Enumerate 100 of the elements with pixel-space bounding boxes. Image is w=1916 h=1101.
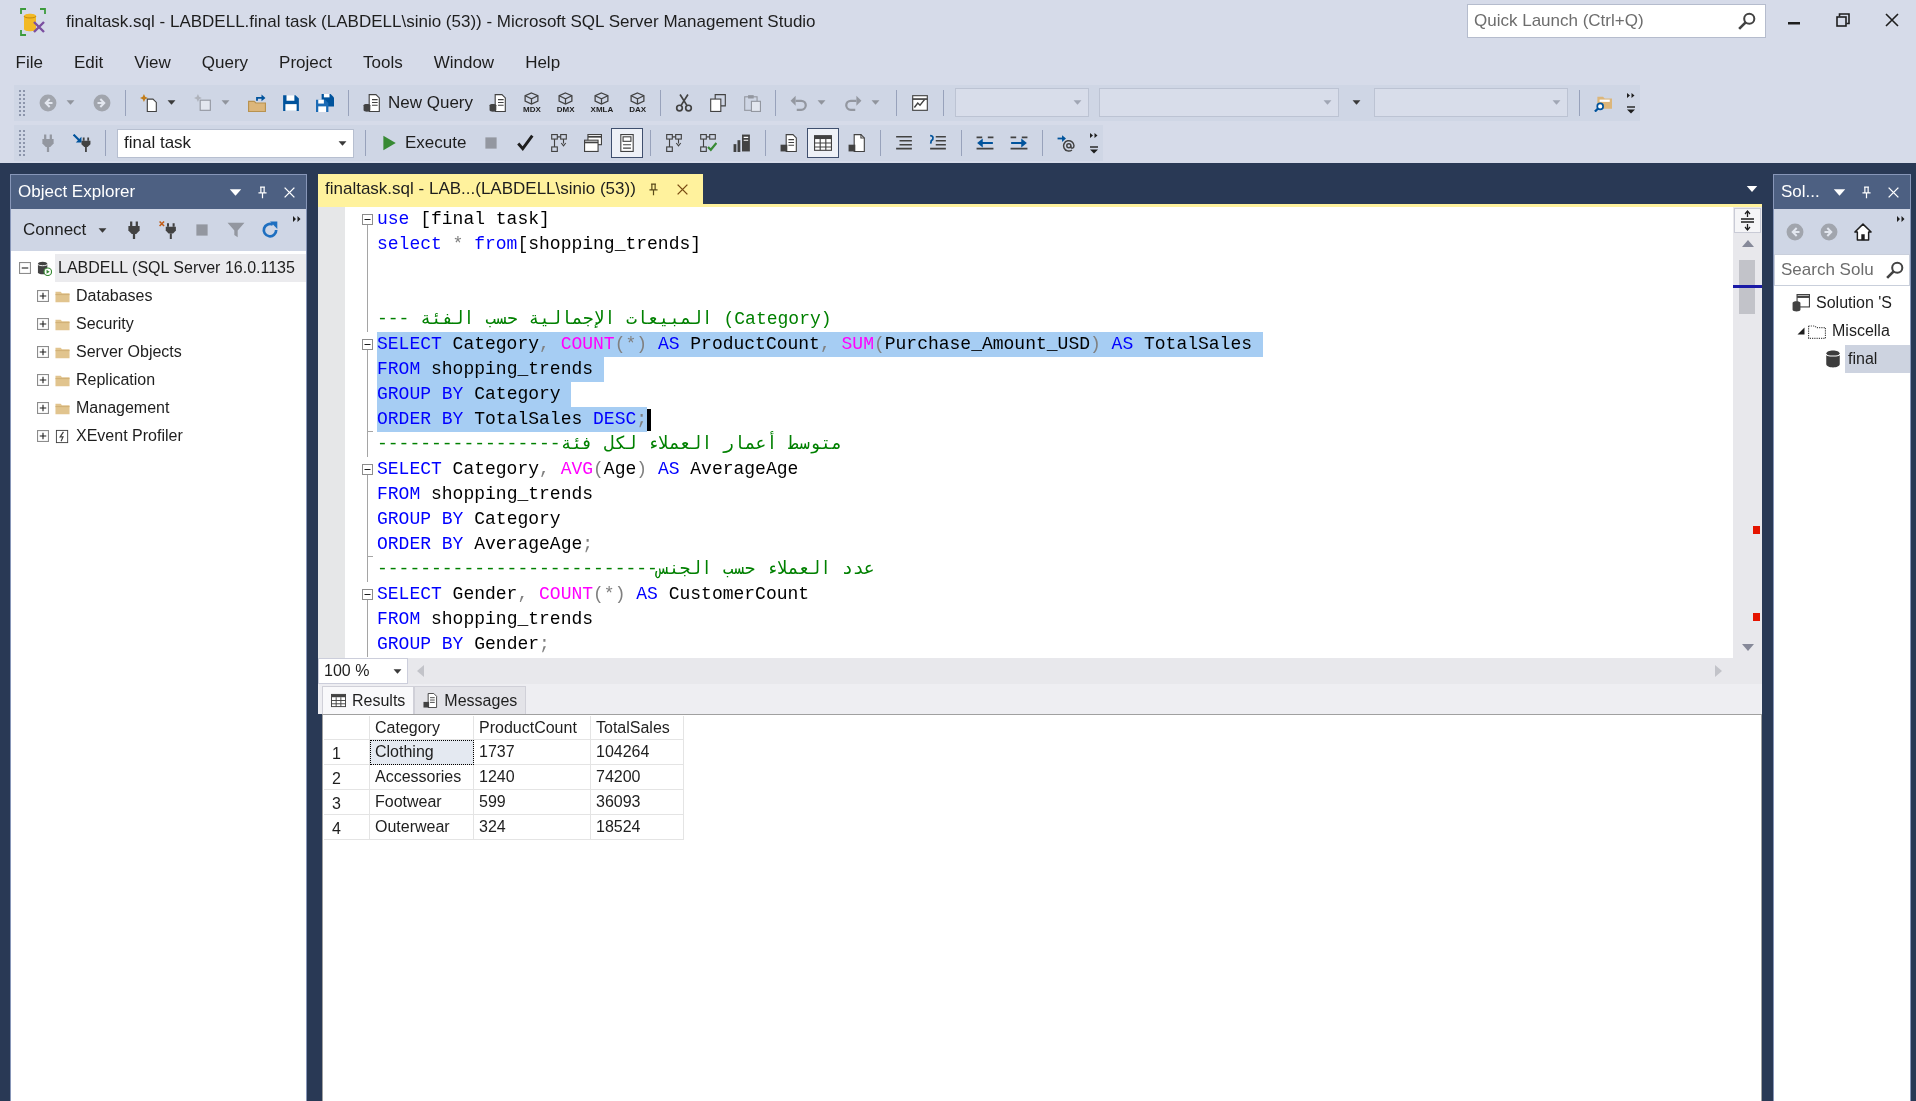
menu-item[interactable]: Project: [263, 47, 348, 79]
caret-icon[interactable]: [98, 225, 108, 235]
cube-icon[interactable]: [523, 92, 541, 105]
tree-item[interactable]: Security: [73, 310, 137, 338]
search-field[interactable]: Search Solu: [1774, 254, 1910, 286]
document-database-icon[interactable]: [363, 93, 381, 112]
restore-icon[interactable]: [1835, 13, 1850, 27]
outdent-arrow-icon[interactable]: [976, 134, 995, 152]
tree-item[interactable]: Miscella: [1829, 317, 1893, 345]
tree-item[interactable]: Replication: [73, 366, 159, 394]
search-icon[interactable]: [1886, 261, 1904, 279]
tree-item[interactable]: XEvent Profiler: [73, 422, 186, 450]
scissors-icon[interactable]: [675, 93, 694, 112]
flowchart-icon[interactable]: [550, 134, 569, 152]
indent-arrow-icon[interactable]: [1010, 134, 1029, 152]
grid-icon[interactable]: [814, 134, 833, 152]
menu-item[interactable]: File: [0, 47, 59, 79]
windows-icon[interactable]: [584, 134, 603, 152]
document-database-icon[interactable]: [489, 93, 508, 112]
menu-item[interactable]: View: [118, 47, 187, 79]
lines-squiggle-icon[interactable]: [929, 134, 948, 152]
minus-box-icon[interactable]: [362, 214, 373, 225]
chart-window-icon[interactable]: [911, 93, 930, 112]
tree-item[interactable]: Server Objects: [73, 338, 185, 366]
minus-box-icon[interactable]: [362, 589, 373, 600]
plus-box-icon[interactable]: [37, 374, 49, 386]
document-tab[interactable]: finaltask.sql - LAB...(LABDELL\sinio (53)): [318, 174, 703, 204]
close-icon[interactable]: [1884, 13, 1899, 27]
document-icon[interactable]: [848, 134, 867, 152]
two-pages-icon[interactable]: [709, 93, 728, 112]
server-bars-icon[interactable]: [733, 134, 752, 152]
close-icon[interactable]: [676, 182, 689, 196]
cube-icon[interactable]: [557, 92, 575, 105]
indented-lines-icon[interactable]: [895, 134, 914, 152]
overflow-chevron-icon[interactable]: [292, 215, 302, 223]
caret-icon[interactable]: [338, 138, 347, 148]
tree-item[interactable]: Solution 'S: [1813, 289, 1895, 317]
cube-query-button[interactable]: XMLA: [583, 87, 621, 118]
arrow-down-icon[interactable]: [1741, 644, 1754, 652]
new-query-button[interactable]: New Query: [356, 87, 481, 118]
refresh-icon[interactable]: [261, 221, 280, 239]
caret-icon[interactable]: [393, 666, 402, 676]
table-cell: 1240: [474, 765, 591, 790]
plus-box-icon[interactable]: [37, 402, 49, 414]
quick-launch-field[interactable]: Quick Launch (Ctrl+Q): [1467, 4, 1766, 38]
scrollbar-thumb[interactable]: [1739, 260, 1755, 314]
menu-item[interactable]: Query: [186, 47, 264, 79]
caret-icon[interactable]: [1352, 98, 1362, 107]
tree-item[interactable]: Databases: [73, 282, 156, 310]
tab[interactable]: Messages: [414, 686, 527, 714]
search-icon[interactable]: [1738, 12, 1756, 30]
pin-icon[interactable]: [647, 182, 660, 196]
folder-arrow-icon[interactable]: [248, 93, 266, 112]
tab[interactable]: Results: [322, 686, 415, 714]
plus-box-icon[interactable]: [37, 430, 49, 442]
arrow-up-icon[interactable]: [1741, 239, 1754, 247]
toolbar-grip[interactable]: [18, 129, 26, 157]
execute-button[interactable]: Execute: [373, 128, 474, 158]
plus-box-icon[interactable]: [37, 346, 49, 358]
overflow-chevron-icon[interactable]: [1626, 90, 1637, 115]
results-to-grid-button[interactable]: [807, 128, 840, 158]
splitter-icon[interactable]: [1734, 208, 1761, 233]
plug-cross-icon[interactable]: [159, 221, 178, 239]
text-document-icon[interactable]: [780, 134, 799, 152]
overflow-chevron-icon[interactable]: [1089, 131, 1100, 155]
plus-box-icon[interactable]: [37, 290, 49, 302]
floppy-disks-icon[interactable]: [316, 93, 334, 112]
arrow-at-sign-icon[interactable]: [1057, 134, 1076, 152]
tree-item[interactable]: LABDELL (SQL Server 16.0.1135: [55, 254, 306, 282]
cube-icon[interactable]: [629, 92, 647, 105]
menu-item[interactable]: Window: [418, 47, 510, 79]
checkmark-icon[interactable]: [516, 134, 535, 152]
column-header: ProductCount: [474, 716, 591, 740]
column-header: TotalSales: [591, 716, 684, 740]
overflow-chevron-icon[interactable]: [1896, 215, 1906, 223]
plug-arrow-icon[interactable]: [73, 134, 91, 152]
menu-item[interactable]: Help: [509, 47, 576, 79]
play-icon[interactable]: [380, 134, 398, 152]
flowchart-icon[interactable]: [665, 134, 684, 152]
sparkle-document-icon[interactable]: [140, 93, 158, 112]
cube-icon[interactable]: [593, 92, 611, 105]
plus-box-icon[interactable]: [37, 318, 49, 330]
zoom-dropdown[interactable]: 100 %: [318, 658, 408, 684]
menu-item[interactable]: Edit: [58, 47, 119, 79]
flowchart-check-icon[interactable]: [699, 134, 718, 152]
cube-query-button[interactable]: DAX: [622, 87, 654, 118]
row-number: 3: [324, 790, 370, 815]
database-combo-box[interactable]: final task: [117, 128, 354, 158]
minus-box-icon[interactable]: [362, 464, 373, 475]
home-icon[interactable]: [1854, 222, 1872, 241]
tree-item[interactable]: final: [1845, 345, 1910, 373]
intellisense-button[interactable]: [611, 128, 644, 158]
tree-item[interactable]: Management: [73, 394, 173, 422]
minus-box-icon[interactable]: [362, 339, 373, 350]
code-line: select * from[shopping_trends]: [377, 233, 702, 256]
menu-item[interactable]: Tools: [347, 47, 419, 79]
form-icon[interactable]: [618, 134, 637, 152]
cube-query-button[interactable]: DMX: [549, 87, 582, 118]
cube-query-button[interactable]: MDX: [516, 87, 548, 118]
caret-icon[interactable]: [167, 98, 176, 107]
